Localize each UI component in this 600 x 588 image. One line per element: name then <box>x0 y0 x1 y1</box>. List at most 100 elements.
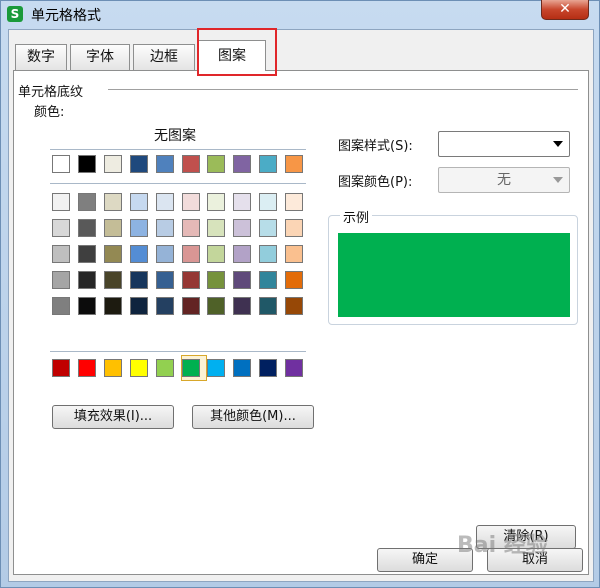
color-swatch[interactable] <box>78 219 96 237</box>
color-swatch[interactable] <box>182 219 200 237</box>
color-swatch[interactable] <box>130 155 148 173</box>
chevron-down-icon <box>553 177 563 183</box>
color-swatch[interactable] <box>156 245 174 263</box>
no-pattern-option[interactable]: 无图案 <box>154 125 196 145</box>
more-colors-button[interactable]: 其他颜色(M)... <box>192 405 314 429</box>
chevron-down-icon <box>553 141 563 147</box>
color-swatch[interactable] <box>259 193 277 211</box>
color-swatch[interactable] <box>156 219 174 237</box>
color-swatch[interactable] <box>104 297 122 315</box>
sample-label: 示例 <box>340 207 373 226</box>
color-swatch[interactable] <box>104 193 122 211</box>
color-swatch[interactable] <box>156 193 174 211</box>
dialog-title: 单元格格式 <box>31 8 101 24</box>
color-swatch[interactable] <box>52 193 70 211</box>
color-swatch[interactable] <box>130 271 148 289</box>
color-swatch[interactable] <box>78 271 96 289</box>
color-swatch[interactable] <box>233 297 251 315</box>
pattern-style-label: 图案样式(S): <box>338 139 413 154</box>
color-swatch[interactable] <box>156 271 174 289</box>
color-swatch[interactable] <box>233 219 251 237</box>
shading-group-label: 单元格底纹 <box>18 81 88 100</box>
color-swatch[interactable] <box>130 245 148 263</box>
standard-color-swatch[interactable] <box>78 359 96 377</box>
tab-font[interactable]: 字体 <box>70 44 130 70</box>
color-swatch[interactable] <box>52 219 70 237</box>
group-divider <box>108 89 578 90</box>
pattern-panel: 单元格底纹 颜色: 无图案 填充效果(I)... 其他颜色(M)... 图案样式… <box>13 70 589 575</box>
color-swatch[interactable] <box>156 155 174 173</box>
standard-color-swatch[interactable] <box>104 359 122 377</box>
palette-divider <box>50 351 306 352</box>
pattern-color-label: 图案颜色(P): <box>338 175 413 190</box>
color-swatch[interactable] <box>156 297 174 315</box>
color-swatch[interactable] <box>285 297 303 315</box>
color-swatch[interactable] <box>104 271 122 289</box>
color-swatch[interactable] <box>259 271 277 289</box>
color-swatch[interactable] <box>52 271 70 289</box>
color-swatch[interactable] <box>233 245 251 263</box>
color-swatch[interactable] <box>285 155 303 173</box>
color-swatch[interactable] <box>207 271 225 289</box>
color-swatch[interactable] <box>52 245 70 263</box>
color-swatch[interactable] <box>259 245 277 263</box>
color-swatch[interactable] <box>207 193 225 211</box>
title-bar[interactable]: S 单元格格式 ✕ <box>1 0 600 27</box>
color-swatch[interactable] <box>285 245 303 263</box>
color-swatch[interactable] <box>207 219 225 237</box>
color-swatch[interactable] <box>259 219 277 237</box>
color-swatch[interactable] <box>182 271 200 289</box>
fill-effects-button[interactable]: 填充效果(I)... <box>52 405 174 429</box>
standard-color-swatch[interactable] <box>285 359 303 377</box>
color-swatch[interactable] <box>104 219 122 237</box>
standard-color-swatch[interactable] <box>130 359 148 377</box>
color-swatch[interactable] <box>285 193 303 211</box>
close-button[interactable]: ✕ <box>541 0 589 20</box>
color-swatch[interactable] <box>130 297 148 315</box>
standard-color-swatch[interactable] <box>182 359 200 377</box>
watermark-logo: Bai 经验 <box>457 533 548 558</box>
dialog-body: 数字 字体 边框 图案 单元格底纹 颜色: 无图案 填充效果(I)... 其他颜… <box>8 28 594 582</box>
app-logo-icon: S <box>7 6 23 22</box>
pattern-style-select[interactable] <box>438 131 570 157</box>
color-swatch[interactable] <box>52 155 70 173</box>
color-swatch[interactable] <box>78 193 96 211</box>
color-swatch[interactable] <box>104 155 122 173</box>
color-swatch[interactable] <box>207 297 225 315</box>
color-swatch[interactable] <box>233 155 251 173</box>
sample-preview <box>338 233 570 317</box>
color-swatch[interactable] <box>285 271 303 289</box>
color-swatch[interactable] <box>130 193 148 211</box>
standard-color-swatch[interactable] <box>207 359 225 377</box>
color-swatch[interactable] <box>207 245 225 263</box>
palette-divider <box>50 183 306 184</box>
color-label: 颜色: <box>34 105 65 120</box>
standard-color-swatch[interactable] <box>259 359 277 377</box>
cell-format-dialog: S 单元格格式 ✕ 数字 字体 边框 图案 单元格底纹 颜色: 无图案 填充效果… <box>0 0 600 588</box>
pattern-color-select[interactable]: 无 <box>438 167 570 193</box>
color-swatch[interactable] <box>78 245 96 263</box>
tab-number[interactable]: 数字 <box>15 44 67 70</box>
standard-color-swatch[interactable] <box>156 359 174 377</box>
color-swatch[interactable] <box>233 271 251 289</box>
color-swatch[interactable] <box>130 219 148 237</box>
color-swatch[interactable] <box>182 193 200 211</box>
color-swatch[interactable] <box>182 155 200 173</box>
color-swatch[interactable] <box>182 245 200 263</box>
tab-pattern[interactable]: 图案 <box>198 40 266 71</box>
color-swatch[interactable] <box>104 245 122 263</box>
color-swatch[interactable] <box>182 297 200 315</box>
close-icon: ✕ <box>559 1 571 17</box>
tab-border[interactable]: 边框 <box>133 44 195 70</box>
color-swatch[interactable] <box>78 155 96 173</box>
color-swatch[interactable] <box>233 193 251 211</box>
standard-color-swatch[interactable] <box>52 359 70 377</box>
color-swatch[interactable] <box>78 297 96 315</box>
color-swatch[interactable] <box>259 155 277 173</box>
color-swatch[interactable] <box>259 297 277 315</box>
color-swatch[interactable] <box>52 297 70 315</box>
standard-color-swatch[interactable] <box>233 359 251 377</box>
pattern-color-value: 无 <box>497 172 511 188</box>
color-swatch[interactable] <box>285 219 303 237</box>
color-swatch[interactable] <box>207 155 225 173</box>
